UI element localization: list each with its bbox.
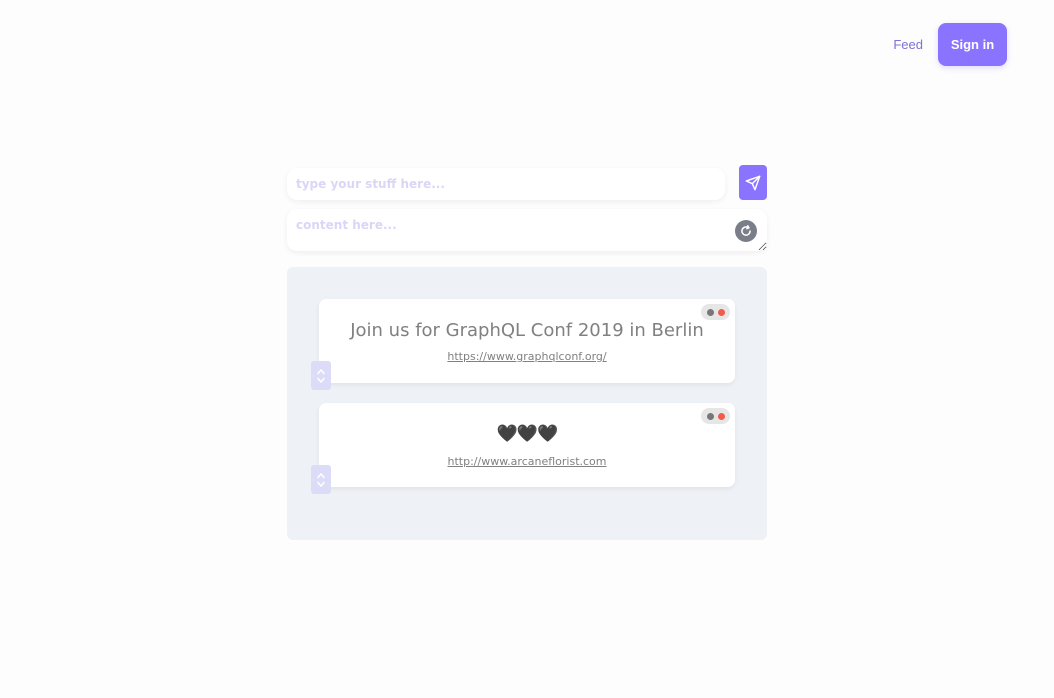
send-button[interactable] [739,165,767,200]
status-dot-red [717,308,725,316]
paper-plane-icon [745,175,761,190]
status-dot-grey [706,412,714,420]
chevron-down-icon[interactable] [316,376,326,384]
refresh-icon[interactable] [735,220,757,242]
content-textarea[interactable] [287,209,767,251]
post-menu-toggle[interactable] [701,304,730,320]
chevron-down-icon[interactable] [316,480,326,488]
status-dot-red [717,412,725,420]
post-menu-toggle[interactable] [701,408,730,424]
post-link[interactable]: http://www.arcaneflorist.com [448,455,607,468]
title-input[interactable] [287,168,725,200]
vote-control[interactable] [311,465,331,494]
chevron-up-icon[interactable] [316,368,326,376]
post-card: 🖤🖤🖤 http://www.arcaneflorist.com [319,403,735,487]
feed-link[interactable]: Feed [893,37,923,52]
top-nav: Feed Sign in [893,23,1007,66]
vote-control[interactable] [311,361,331,390]
post-title: 🖤🖤🖤 [496,424,559,444]
post-card: Join us for GraphQL Conf 2019 in Berlin … [319,299,735,383]
status-dot-grey [706,308,714,316]
chevron-up-icon[interactable] [316,472,326,480]
feed-panel: Join us for GraphQL Conf 2019 in Berlin … [287,267,767,540]
sign-in-button[interactable]: Sign in [938,23,1007,66]
post-link[interactable]: https://www.graphqlconf.org/ [447,350,606,363]
post-title: Join us for GraphQL Conf 2019 in Berlin [350,320,704,341]
